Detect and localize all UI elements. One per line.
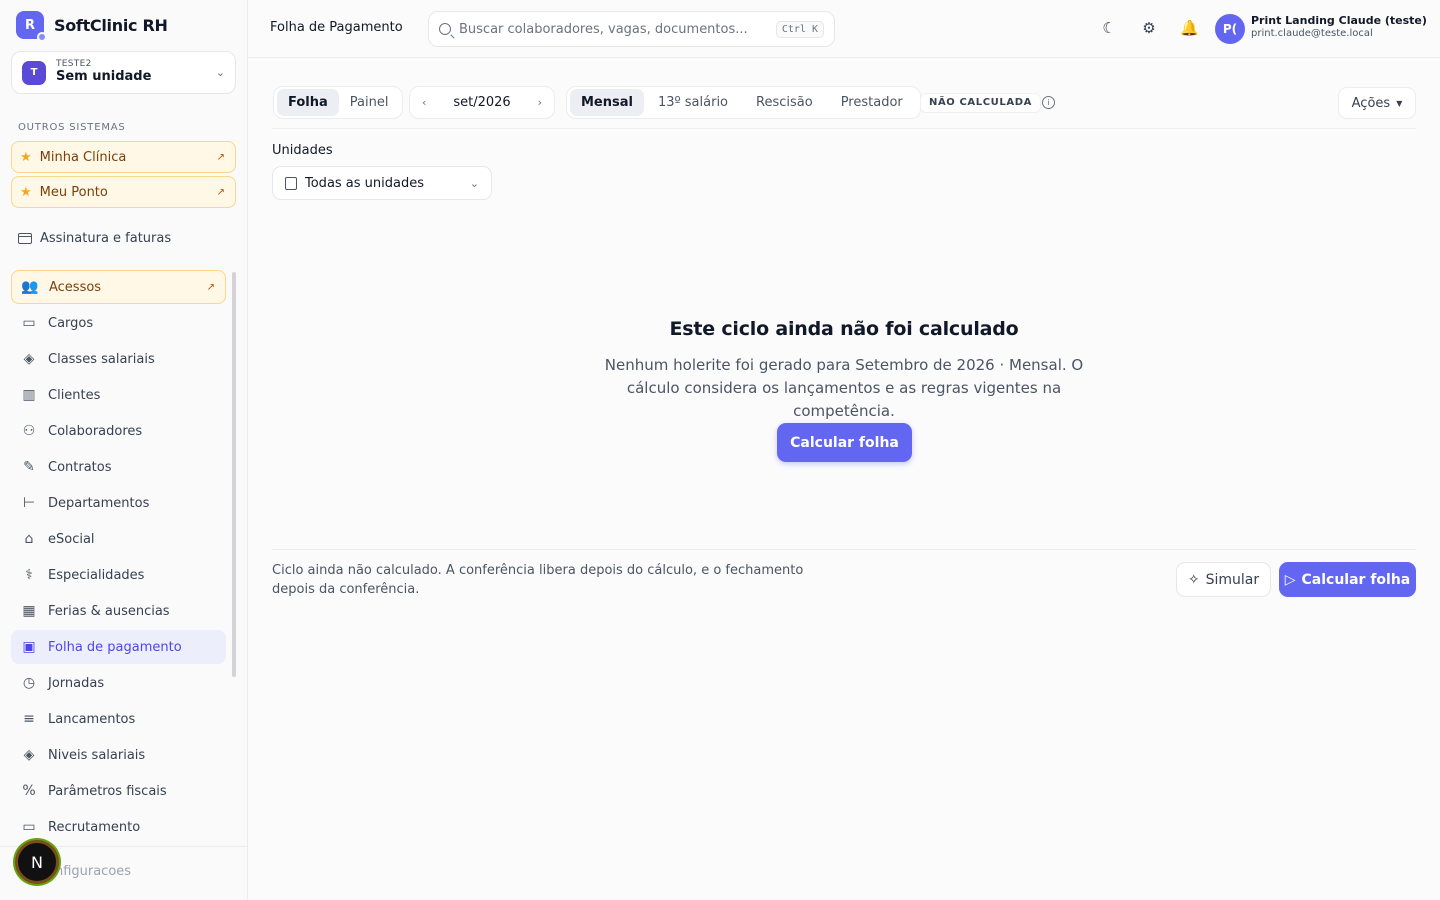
briefcase-icon: ▭ <box>22 819 36 835</box>
search-input[interactable] <box>459 21 768 37</box>
sidebar-item-ferias[interactable]: ▦ Ferias & ausencias <box>11 594 226 628</box>
section-label-other-systems: OUTROS SISTEMAS <box>18 122 126 133</box>
user-menu[interactable]: Print Landing Claude (teste) print.claud… <box>1251 14 1427 39</box>
actions-dropdown[interactable]: Ações ▼ <box>1338 87 1416 119</box>
stethoscope-icon: ⚕ <box>25 567 33 583</box>
chevron-down-icon: ⌄ <box>469 176 479 190</box>
tab-mensal[interactable]: Mensal <box>570 89 644 116</box>
sidebar: R SoftClinic RH T TESTE2 Sem unidade ⌄ O… <box>0 0 248 900</box>
search-icon <box>439 23 451 35</box>
wallet-icon: ▣ <box>22 639 36 655</box>
gear-icon[interactable]: ⚙ <box>1140 19 1158 37</box>
payroll-type-tabs: Mensal 13º salário Rescisão Prestador <box>566 86 921 119</box>
calendar-icon: ▦ <box>22 603 36 619</box>
user-name: Print Landing Claude (teste) <box>1251 14 1427 27</box>
sidebar-item-acessos[interactable]: 👥 Acessos ↗ <box>11 270 226 304</box>
billing-link[interactable]: Assinatura e faturas <box>18 231 171 246</box>
sidebar-item-parametros-fiscais[interactable]: % Parâmetros fiscais <box>11 774 226 808</box>
external-link-minha-clinica[interactable]: ★ Minha Clínica ↗ <box>11 141 236 173</box>
tab-prestador[interactable]: Prestador <box>827 89 917 116</box>
file-edit-icon: ✎ <box>23 459 35 475</box>
moon-icon[interactable]: ☾ <box>1100 19 1118 37</box>
tenant-selector[interactable]: T TESTE2 Sem unidade ⌄ <box>11 51 236 94</box>
credit-card-icon <box>18 233 32 244</box>
floating-dev-badge[interactable]: N <box>15 840 59 884</box>
external-link-meu-ponto[interactable]: ★ Meu Ponto ↗ <box>11 176 236 208</box>
star-icon: ★ <box>20 184 32 200</box>
search-shortcut: Ctrl K <box>775 20 824 38</box>
tab-painel[interactable]: Painel <box>339 89 400 116</box>
calendar-clock-icon: ◷ <box>22 675 36 691</box>
hierarchy-icon: ⊢ <box>22 495 36 511</box>
period-selector: ‹ set/2026 › <box>409 86 555 119</box>
sidebar-item-especialidades[interactable]: ⚕ Especialidades <box>11 558 226 592</box>
divider <box>272 549 1416 550</box>
sidebar-item-folha-de-pagamento[interactable]: ▣ Folha de pagamento <box>11 630 226 664</box>
empty-state-description: Nenhum holerite foi gerado para Setembro… <box>604 356 1084 420</box>
sidebar-item-clientes[interactable]: ▥ Clientes <box>11 378 226 412</box>
users-star-icon: 👥 <box>21 279 39 295</box>
top-header: Folha de Pagamento Ctrl K ☾ ⚙ 🔔 P( Print… <box>248 0 1440 58</box>
external-arrow-icon: ↗ <box>216 151 225 163</box>
brand-name: SoftClinic RH <box>54 15 168 35</box>
units-select[interactable]: Todas as unidades ⌄ <box>272 166 492 200</box>
chevron-left-icon[interactable]: ‹ <box>422 96 426 109</box>
sidebar-item-recrutamento[interactable]: ▭ Recrutamento <box>11 810 226 844</box>
sidebar-item-classes-salariais[interactable]: ◈ Classes salariais <box>11 342 226 376</box>
tab-rescisao[interactable]: Rescisão <box>742 89 827 116</box>
page-title: Folha de Pagamento <box>270 20 403 35</box>
users-icon: ⚇ <box>22 423 36 439</box>
tenant-avatar: T <box>22 60 46 85</box>
sidebar-item-niveis-salariais[interactable]: ◈ Niveis salariais <box>11 738 226 772</box>
empty-state-title: Este ciclo ainda não foi calculado <box>669 318 1019 340</box>
external-arrow-icon: ↗ <box>206 281 215 293</box>
units-label: Unidades <box>272 143 333 158</box>
sidebar-item-departamentos[interactable]: ⊢ Departamentos <box>11 486 226 520</box>
sidebar-item-jornadas[interactable]: ◷ Jornadas <box>11 666 226 700</box>
bell-icon[interactable]: 🔔 <box>1180 19 1199 37</box>
layers-icon: ◈ <box>23 747 35 763</box>
user-email: print.claude@teste.local <box>1251 27 1373 39</box>
simulate-button[interactable]: ✧ Simular <box>1176 562 1271 597</box>
tenant-unit: Sem unidade <box>56 69 152 85</box>
sidebar-nav: 👥 Acessos ↗ ▭ Cargos ◈ Classes salariais ▥… <box>11 270 226 846</box>
footer-note: Ciclo ainda não calculado. A conferência… <box>272 563 804 597</box>
view-tabs: Folha Painel <box>273 86 404 119</box>
list-plus-icon: ≡ <box>23 711 35 727</box>
percent-icon: % <box>22 783 36 799</box>
external-arrow-icon: ↗ <box>216 186 225 198</box>
play-icon: ▷ <box>1284 571 1296 588</box>
sparkle-icon: ✧ <box>1187 571 1200 588</box>
brand-logo: R <box>16 11 47 42</box>
building-icon <box>285 176 297 190</box>
bank-icon: ⌂ <box>24 531 34 547</box>
sidebar-item-contratos[interactable]: ✎ Contratos <box>11 450 226 484</box>
period-value[interactable]: set/2026 <box>453 95 510 110</box>
caret-down-icon: ▼ <box>1396 98 1403 108</box>
avatar[interactable]: P( <box>1215 14 1245 44</box>
search-bar[interactable]: Ctrl K <box>428 11 835 47</box>
sidebar-item-esocial[interactable]: ⌂ eSocial <box>11 522 226 556</box>
calculate-payroll-button[interactable]: Calcular folha <box>777 423 912 462</box>
sidebar-item-configuracoes[interactable]: onfiguracoes <box>47 864 131 879</box>
chevron-right-icon[interactable]: › <box>538 96 542 109</box>
chevron-down-icon: ⌄ <box>215 66 225 79</box>
sidebar-item-colaboradores[interactable]: ⚇ Colaboradores <box>11 414 226 448</box>
status-badge: NÃO CALCULADA <box>920 93 1041 113</box>
layers-icon: ◈ <box>23 351 35 367</box>
sidebar-item-lancamentos[interactable]: ≡ Lancamentos <box>11 702 226 736</box>
tab-folha[interactable]: Folha <box>277 89 339 116</box>
tab-13-salario[interactable]: 13º salário <box>644 89 742 116</box>
divider <box>272 128 1416 129</box>
star-icon: ★ <box>20 149 32 165</box>
building-icon: ▥ <box>22 387 36 403</box>
brand[interactable]: R SoftClinic RH <box>16 11 168 42</box>
info-icon[interactable]: i <box>1042 96 1055 109</box>
calculate-payroll-footer-button[interactable]: ▷ Calcular folha <box>1279 562 1416 597</box>
